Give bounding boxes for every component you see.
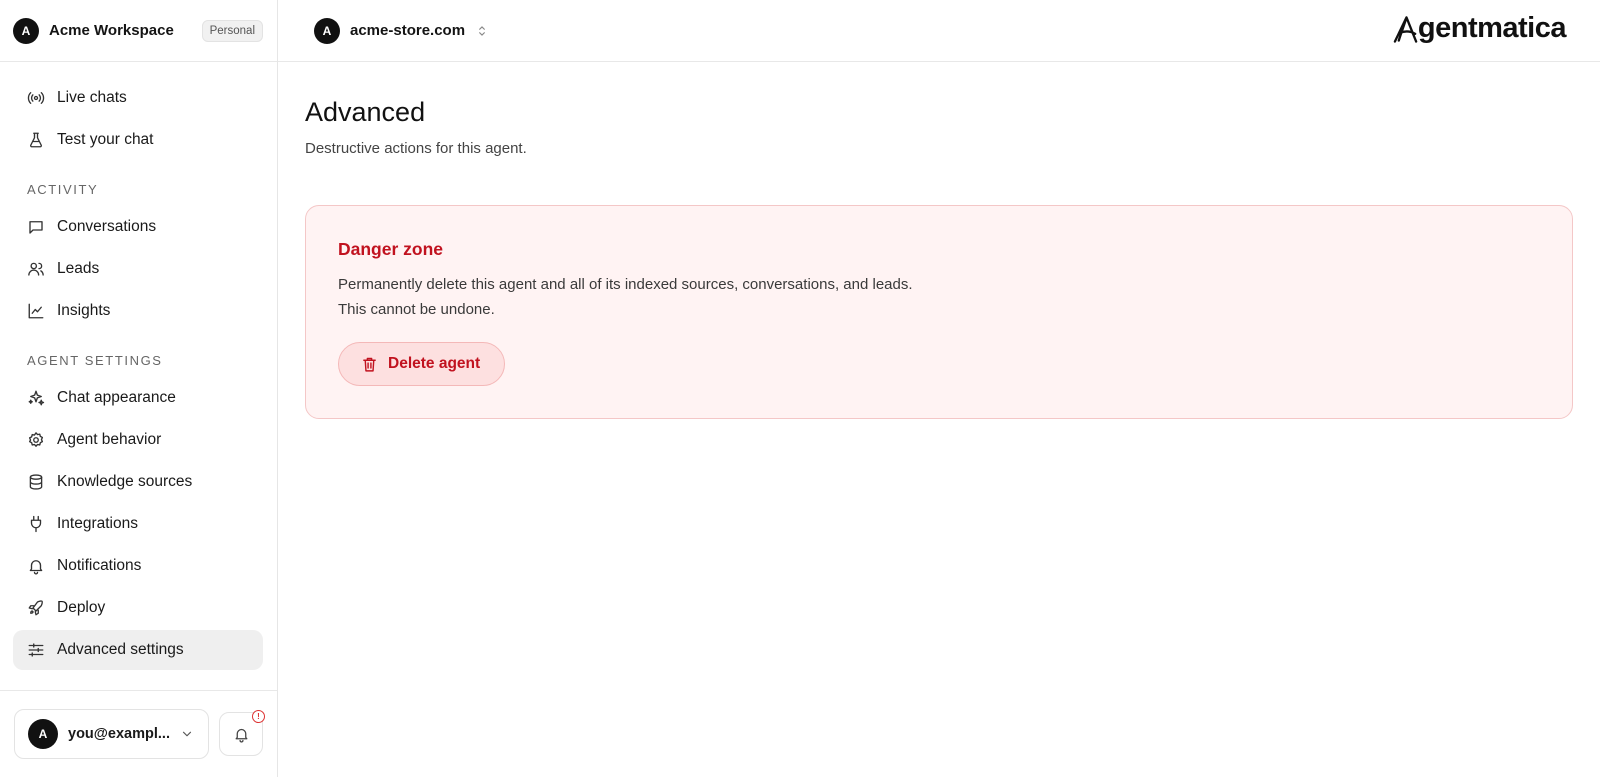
section-heading-activity: ACTIVITY — [27, 182, 99, 197]
alert-badge: ! — [252, 710, 265, 723]
chevron-down-icon — [183, 731, 192, 737]
brand-logo[interactable]: gentmatica — [1393, 12, 1567, 45]
sidebar-item-conversations[interactable]: Conversations — [13, 207, 263, 247]
plan-badge: Personal — [201, 19, 263, 42]
section-heading-agent-settings: AGENT SETTINGS — [27, 353, 163, 368]
logo-text: gentmatica — [1417, 12, 1567, 44]
sidebar-nav: Live chats Test your chat ACTIVITY Conve… — [0, 62, 277, 670]
gear-icon — [27, 431, 45, 449]
message-square-icon — [27, 218, 45, 236]
sidebar-item-label: Live chats — [57, 89, 127, 106]
chevrons-up-down-icon — [479, 25, 485, 36]
sidebar-item-label: Insights — [57, 302, 111, 319]
workspace-name: Acme Workspace — [49, 22, 174, 39]
site-switcher[interactable]: A acme-store.com — [314, 17, 489, 44]
danger-zone-line-1: Permanently delete this agent and all of… — [338, 276, 913, 293]
notifications-button[interactable]: ! — [219, 710, 265, 756]
sidebar-item-label: Integrations — [57, 515, 138, 532]
workspace-avatar: A — [13, 17, 39, 44]
main-content: Advanced Destructive actions for this ag… — [305, 62, 1573, 419]
page-description: Destructive actions for this agent. — [305, 140, 527, 157]
sidebar-footer: A you@exampl... ! — [0, 690, 277, 777]
sidebar-item-label: Knowledge sources — [57, 473, 193, 490]
sidebar-item-insights[interactable]: Insights — [13, 291, 263, 331]
site-avatar: A — [314, 17, 340, 44]
sidebar-item-chat-appearance[interactable]: Chat appearance — [13, 378, 263, 418]
user-menu-button[interactable]: A you@exampl... — [14, 709, 210, 759]
danger-zone-line-2: This cannot be undone. — [338, 301, 495, 318]
danger-zone-text: Permanently delete this agent and all of… — [338, 272, 1540, 322]
bell-icon — [27, 557, 45, 575]
sidebar-item-deploy[interactable]: Deploy — [13, 588, 263, 628]
rocket-icon — [27, 599, 45, 617]
user-email: you@exampl... — [68, 726, 170, 742]
sidebar-item-agent-behavior[interactable]: Agent behavior — [13, 420, 263, 460]
plug-icon — [27, 515, 45, 533]
logo-a-icon — [1393, 15, 1418, 43]
user-avatar: A — [28, 719, 58, 749]
sidebar-item-knowledge-sources[interactable]: Knowledge sources — [13, 462, 263, 502]
sidebar-item-label: Conversations — [57, 218, 157, 235]
sidebar-item-label: Agent behavior — [57, 431, 162, 448]
workspace-switcher[interactable]: A Acme Workspace Personal — [0, 0, 277, 62]
sidebar-item-label: Leads — [57, 260, 100, 277]
flask-icon — [27, 131, 45, 149]
sidebar-item-advanced-settings[interactable]: Advanced settings — [13, 630, 263, 670]
broadcast-icon — [27, 89, 45, 107]
sidebar-item-label: Notifications — [57, 557, 142, 574]
line-chart-icon — [27, 302, 45, 320]
sidebar-item-label: Advanced settings — [57, 641, 184, 658]
page-title: Advanced — [305, 97, 426, 127]
database-icon — [27, 473, 45, 491]
sidebar-item-label: Test your chat — [57, 131, 154, 148]
bell-icon — [235, 728, 248, 743]
users-icon — [27, 260, 45, 278]
sliders-icon — [27, 641, 45, 659]
sparkles-icon — [27, 389, 45, 407]
sidebar-item-notifications[interactable]: Notifications — [13, 546, 263, 586]
sidebar: A Acme Workspace Personal Live chats Tes… — [0, 0, 278, 777]
delete-agent-button[interactable]: Delete agent — [338, 342, 506, 386]
danger-zone-title: Danger zone — [338, 239, 444, 259]
sidebar-item-test-your-chat[interactable]: Test your chat — [13, 120, 263, 160]
sidebar-item-leads[interactable]: Leads — [13, 249, 263, 289]
sidebar-item-label: Deploy — [57, 599, 106, 616]
top-bar: A acme-store.com gentmatica — [278, 0, 1600, 62]
sidebar-item-label: Chat appearance — [57, 389, 176, 406]
delete-agent-label: Delete agent — [388, 355, 481, 372]
sidebar-item-integrations[interactable]: Integrations — [13, 504, 263, 544]
sidebar-item-live-chats[interactable]: Live chats — [13, 78, 263, 118]
trash-icon — [363, 357, 376, 372]
danger-zone-card: Danger zone Permanently delete this agen… — [305, 205, 1573, 419]
site-name: acme-store.com — [350, 22, 466, 39]
